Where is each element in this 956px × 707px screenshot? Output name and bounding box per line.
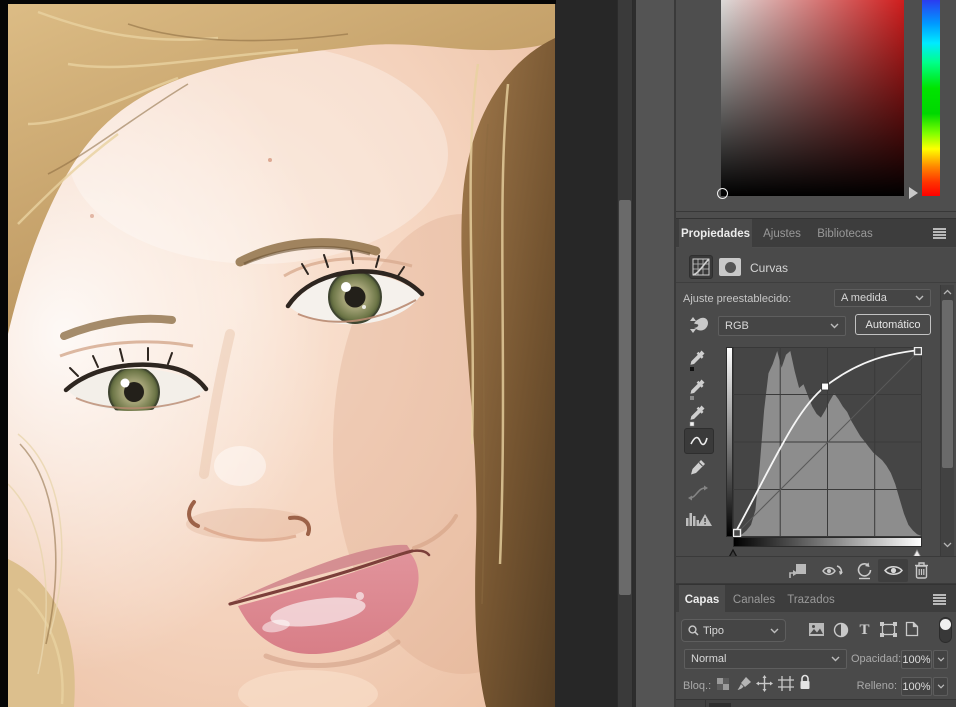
layers-panel: Tipo T Normal Opacidad: 100% Bloq.: Rell… (676, 612, 956, 707)
dock-gap (636, 0, 674, 707)
tab-capas[interactable]: Capas (679, 585, 725, 614)
hue-slider[interactable] (922, 0, 940, 196)
fill-dropdown-button[interactable] (933, 677, 948, 696)
chevron-down-icon (770, 628, 779, 633)
filter-type-layers-icon[interactable]: T (857, 621, 872, 637)
properties-footer (676, 556, 956, 584)
properties-tabbar: Propiedades Ajustes Bibliotecas (676, 218, 956, 248)
panel-menu-icon[interactable] (933, 594, 946, 605)
divider (705, 700, 706, 707)
scroll-up-icon[interactable] (943, 289, 952, 295)
chevron-down-icon (830, 323, 839, 329)
channel-dropdown[interactable]: RGB (718, 316, 846, 336)
opacity-dropdown-button[interactable] (933, 650, 948, 669)
filter-adjustment-layers-icon[interactable] (833, 622, 849, 638)
layers-list-edge (676, 699, 956, 707)
curve-point-tool-icon[interactable] (684, 428, 714, 454)
color-panel (676, 0, 956, 212)
photoshop-window: Propiedades Ajustes Bibliotecas Curvas A… (0, 0, 956, 707)
reset-icon[interactable] (856, 562, 873, 580)
fill-label: Relleno: (856, 680, 897, 692)
tab-bibliotecas[interactable]: Bibliotecas (812, 219, 878, 248)
black-point-eyedropper-icon[interactable] (689, 348, 707, 372)
preset-dropdown[interactable]: A medida (834, 289, 931, 307)
portrait-photo[interactable] (8, 4, 555, 707)
color-picker-cursor[interactable] (717, 188, 728, 199)
clip-to-layer-icon[interactable] (788, 563, 807, 579)
scroll-down-icon[interactable] (943, 542, 952, 548)
lock-transparency-icon[interactable] (716, 677, 730, 691)
divider (676, 211, 956, 212)
fill-value[interactable]: 100% (901, 677, 932, 696)
tab-trazados[interactable]: Trazados (783, 585, 839, 614)
mask-thumbnail-icon[interactable] (719, 258, 741, 276)
tab-propiedades[interactable]: Propiedades (679, 219, 752, 248)
svg-text:T: T (859, 622, 869, 637)
panel-dock: Propiedades Ajustes Bibliotecas Curvas A… (676, 0, 956, 707)
blend-mode-dropdown[interactable]: Normal (684, 649, 847, 669)
input-gradient-strip (733, 537, 922, 547)
divider (676, 282, 956, 283)
layer-filter-dropdown[interactable]: Tipo (681, 619, 786, 642)
histogram-warning-icon[interactable] (685, 510, 713, 528)
curves-plot[interactable] (733, 347, 922, 538)
tab-canales[interactable]: Canales (729, 585, 779, 614)
chevron-down-icon (831, 656, 840, 662)
smooth-curve-icon (687, 485, 709, 501)
targeted-adjustment-icon[interactable] (688, 314, 710, 341)
tab-ajustes[interactable]: Ajustes (756, 219, 808, 248)
visibility-eye-icon[interactable] (878, 559, 908, 582)
auto-button[interactable]: Automático (855, 314, 931, 335)
preset-label: Ajuste preestablecido: (683, 293, 792, 305)
lock-pixels-brush-icon[interactable] (737, 676, 752, 691)
filter-toggle-switch[interactable] (939, 617, 952, 643)
chevron-down-icon (937, 684, 944, 689)
opacity-label: Opacidad: (851, 653, 902, 665)
gray-point-eyedropper-icon[interactable] (689, 377, 707, 401)
view-previous-state-icon[interactable] (822, 564, 844, 579)
filter-shape-layers-icon[interactable] (880, 622, 897, 637)
adjustment-title: Curvas (750, 261, 789, 275)
canvas-border-left (0, 0, 8, 707)
delete-trash-icon[interactable] (914, 561, 929, 579)
layers-tabbar: Capas Canales Trazados (676, 584, 956, 614)
saturation-brightness-square[interactable] (721, 0, 904, 196)
search-icon (688, 625, 699, 636)
panel-menu-icon[interactable] (933, 228, 946, 239)
layer-thumbnail-edge (709, 703, 731, 707)
hue-slider-marker[interactable] (909, 187, 918, 199)
chevron-down-icon (937, 657, 944, 662)
chevron-down-icon (915, 295, 924, 301)
lock-all-icon[interactable] (798, 674, 812, 691)
pencil-tool-icon[interactable] (689, 458, 707, 480)
toggle-knob (940, 619, 951, 630)
lock-label: Bloq.: (683, 680, 712, 692)
properties-scrollbar-thumb[interactable] (942, 300, 953, 468)
curves-adjustment-icon (689, 255, 713, 279)
document-scrollbar-thumb[interactable] (619, 200, 631, 595)
properties-panel: Curvas Ajuste preestablecido: A medida R… (676, 248, 956, 562)
lock-position-icon[interactable] (756, 675, 773, 692)
opacity-value[interactable]: 100% (901, 650, 932, 669)
white-point-eyedropper-icon[interactable] (689, 403, 707, 427)
lock-nesting-frame-icon[interactable] (778, 676, 794, 691)
filter-pixel-layers-icon[interactable] (808, 622, 825, 637)
document-canvas-area[interactable] (0, 0, 676, 707)
output-gradient-strip (726, 347, 733, 537)
filter-smart-objects-icon[interactable] (905, 621, 919, 637)
